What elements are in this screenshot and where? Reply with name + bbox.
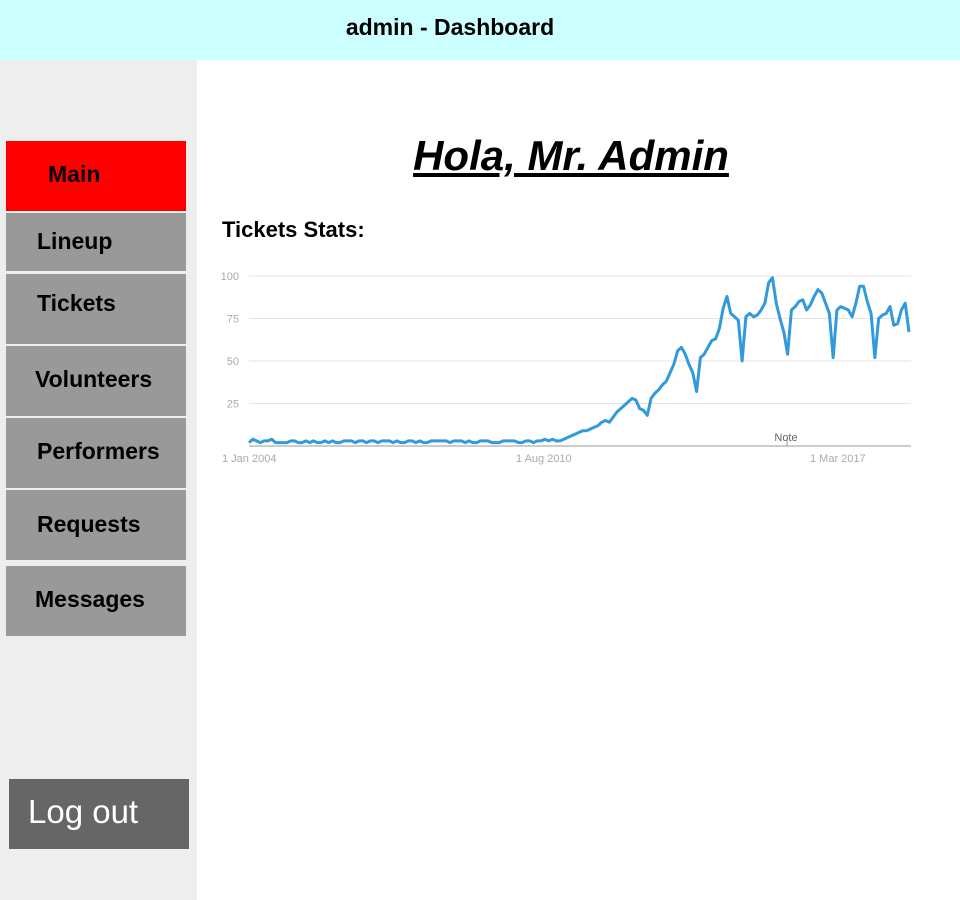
x-tick-label: 1 Jan 2004 bbox=[222, 453, 276, 465]
x-tick-label: 1 Aug 2010 bbox=[516, 453, 572, 465]
sidebar-item-tickets[interactable]: Tickets bbox=[6, 274, 186, 344]
sidebar-item-label: Lineup bbox=[37, 228, 113, 254]
logout-label: Log out bbox=[28, 793, 139, 830]
sidebar: Main Lineup Tickets Volunteers Performer… bbox=[0, 60, 197, 900]
y-tick-label: 75 bbox=[227, 314, 239, 326]
top-bar: admin - Dashboard bbox=[0, 0, 960, 60]
series-line bbox=[247, 276, 911, 445]
sidebar-item-main[interactable]: Main bbox=[6, 141, 186, 211]
logout-button[interactable]: Log out bbox=[9, 779, 189, 849]
main-content: Hola, Mr. Admin Tickets Stats: 25 50 75 100… bbox=[197, 60, 960, 900]
sidebar-item-label: Volunteers bbox=[35, 366, 153, 392]
y-tick-label: 100 bbox=[221, 271, 239, 283]
sidebar-item-performers[interactable]: Performers bbox=[6, 418, 186, 488]
sidebar-item-label: Tickets bbox=[37, 290, 116, 316]
greeting-heading: Hola, Mr. Admin bbox=[413, 132, 729, 179]
chart-annotation: Note bbox=[774, 432, 797, 444]
sidebar-item-requests[interactable]: Requests bbox=[6, 490, 186, 560]
page-title: admin - Dashboard bbox=[345, 14, 555, 40]
tickets-stats-chart: 25 50 75 100 1 Jan 2004 1 Aug 2010 1 Mar 2017… bbox=[221, 271, 911, 465]
sidebar-item-label: Messages bbox=[35, 586, 145, 612]
sidebar-item-volunteers[interactable]: Volunteers bbox=[6, 346, 186, 416]
x-tick-label: 1 Mar 2017 bbox=[810, 453, 866, 465]
sidebar-item-lineup[interactable]: Lineup bbox=[6, 213, 186, 271]
sidebar-item-label: Requests bbox=[37, 511, 141, 537]
tickets-stats-heading: Tickets Stats: bbox=[222, 217, 365, 242]
sidebar-item-label: Performers bbox=[37, 438, 160, 464]
sidebar-item-messages[interactable]: Messages bbox=[6, 566, 186, 636]
y-tick-label: 50 bbox=[227, 356, 239, 368]
sidebar-item-label: Main bbox=[48, 161, 101, 187]
y-tick-label: 25 bbox=[227, 399, 239, 411]
